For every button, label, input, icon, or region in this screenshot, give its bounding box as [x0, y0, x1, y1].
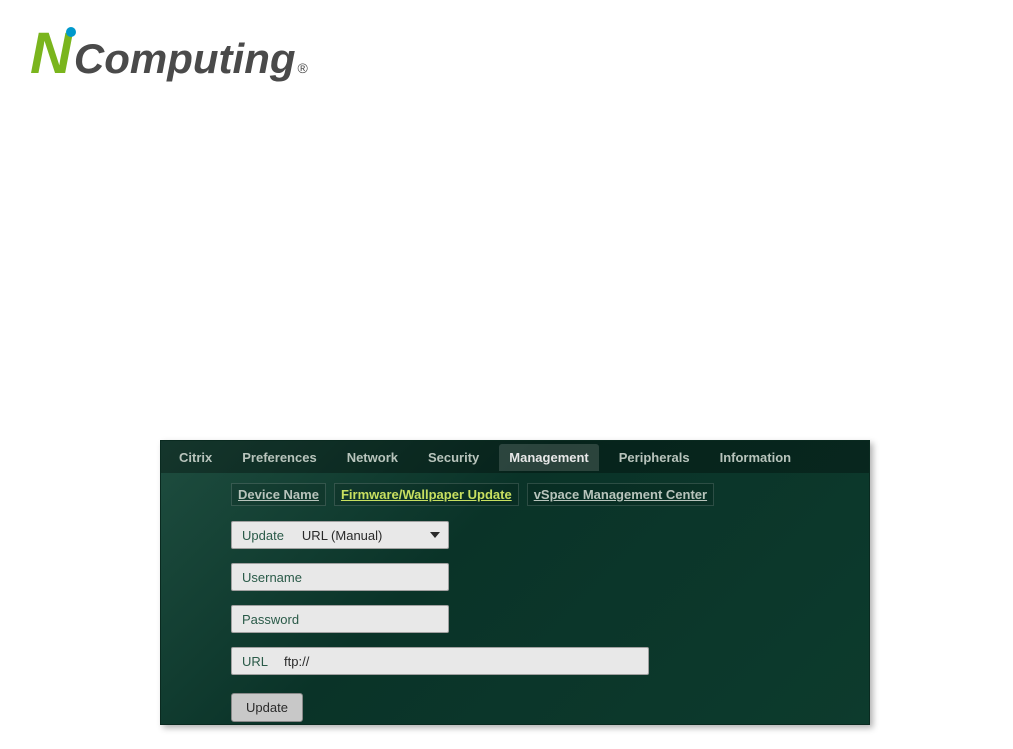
tab-network[interactable]: Network: [337, 444, 408, 471]
password-row: Password: [231, 605, 449, 633]
tab-peripherals[interactable]: Peripherals: [609, 444, 700, 471]
logo: N Computing ®: [30, 25, 308, 83]
update-method-value-wrap[interactable]: URL (Manual): [294, 522, 448, 548]
password-input[interactable]: [309, 606, 449, 632]
username-label: Username: [232, 570, 312, 585]
username-input[interactable]: [312, 564, 449, 590]
tab-security[interactable]: Security: [418, 444, 489, 471]
tab-citrix[interactable]: Citrix: [169, 444, 222, 471]
sub-tabbar: Device Name Firmware/Wallpaper Update vS…: [161, 473, 869, 516]
chevron-down-icon: [430, 532, 440, 538]
tab-management[interactable]: Management: [499, 444, 598, 471]
subtab-vspace-management[interactable]: vSpace Management Center: [527, 483, 714, 506]
update-method-select[interactable]: Update URL (Manual): [231, 521, 449, 549]
main-tabbar: Citrix Preferences Network Security Mana…: [161, 441, 869, 473]
logo-n-glyph: N: [30, 25, 72, 83]
tab-information[interactable]: Information: [710, 444, 802, 471]
settings-window: Citrix Preferences Network Security Mana…: [160, 440, 870, 725]
update-button[interactable]: Update: [231, 693, 303, 722]
form-area: Update URL (Manual) Username Password UR…: [161, 516, 869, 727]
update-method-value: URL (Manual): [294, 528, 382, 543]
subtab-firmware-update[interactable]: Firmware/Wallpaper Update: [334, 483, 519, 506]
subtab-device-name[interactable]: Device Name: [231, 483, 326, 506]
url-input[interactable]: [278, 648, 648, 674]
tab-preferences[interactable]: Preferences: [232, 444, 326, 471]
url-label: URL: [232, 654, 278, 669]
update-method-label: Update: [232, 528, 294, 543]
username-row: Username: [231, 563, 449, 591]
logo-registered: ®: [298, 60, 308, 76]
password-label: Password: [232, 612, 309, 627]
logo-text: Computing: [74, 38, 296, 80]
url-row: URL: [231, 647, 649, 675]
